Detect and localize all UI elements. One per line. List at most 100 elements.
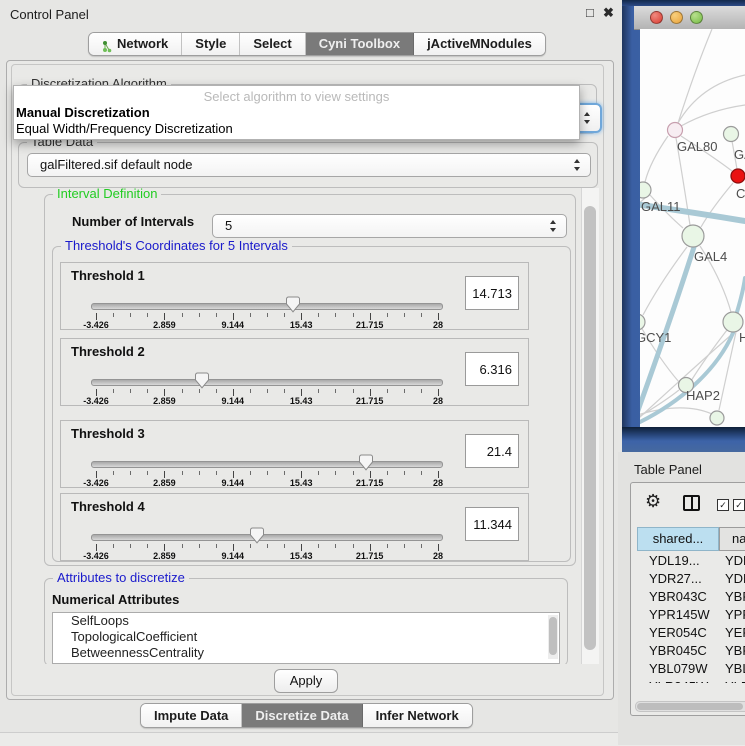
cell-name[interactable]: YPR145W <box>719 607 745 625</box>
table-panel-title: Table Panel <box>634 462 702 477</box>
slider-thumb[interactable] <box>358 454 374 471</box>
table-row[interactable]: YPR145WYPR145W <box>637 607 745 625</box>
table-hscrollbar[interactable] <box>635 701 745 712</box>
cell-shared-name[interactable]: YDL19... <box>637 553 719 571</box>
network-window-titlebar[interactable] <box>634 6 745 30</box>
node-gcy1[interactable] <box>640 314 645 330</box>
checkbox-icon[interactable]: ✓ <box>733 499 745 511</box>
cell-shared-name[interactable]: YBR043C <box>637 589 719 607</box>
top-tabbar: Network Style Select Cyni Toolbox jActiv… <box>88 32 546 56</box>
cell-shared-name[interactable]: YPR145W <box>637 607 719 625</box>
float-window-icon[interactable]: □ <box>586 5 594 20</box>
combo-spinner-icon <box>584 112 591 124</box>
close-icon[interactable]: ✖ <box>603 5 614 21</box>
table-row[interactable]: YDL19...YDL19... <box>637 553 745 571</box>
checkbox-icon[interactable]: ✓ <box>717 499 729 511</box>
tick-label: 2.859 <box>153 551 176 561</box>
node-top-right[interactable] <box>724 127 739 142</box>
node-h-partial[interactable] <box>723 312 743 332</box>
tab-select[interactable]: Select <box>240 33 305 55</box>
cell-name[interactable]: YBR045C <box>719 643 745 661</box>
table-data-group: Table Data galFiltered.sif default node <box>18 142 598 188</box>
cell-name[interactable]: YDL19... <box>719 553 745 571</box>
table-row[interactable]: YBR043CYBR043C <box>637 589 745 607</box>
network-canvas[interactable]: GAL80 GA C GAL11 GAL4 GCY1 H HAP2 <box>640 29 745 427</box>
slider-thumb[interactable] <box>285 296 301 313</box>
apply-button[interactable]: Apply <box>274 669 338 693</box>
node-gal4[interactable] <box>682 225 704 247</box>
list-scrollbar[interactable] <box>548 615 558 659</box>
table-row[interactable]: YBL079WYBL079W <box>637 661 745 679</box>
close-traffic-light-icon[interactable] <box>650 11 663 24</box>
tick-label: 21.715 <box>356 478 384 488</box>
tab-cyni-toolbox[interactable]: Cyni Toolbox <box>306 33 414 55</box>
node-label-gcy1: GCY1 <box>640 330 671 345</box>
gear-icon[interactable]: ⚙ <box>645 491 661 512</box>
node-table: ⚙ ✓ ✓ shared... na YDL19...YDL19...YDR27… <box>630 482 745 716</box>
threshold-value-field[interactable]: 14.713 <box>465 276 519 310</box>
node-label-gal4: GAL4 <box>694 249 727 264</box>
cell-name[interactable]: YBL079W <box>719 661 745 679</box>
tab-style[interactable]: Style <box>182 33 240 55</box>
table-row[interactable]: YLR345WYLR345W <box>637 679 745 683</box>
tab-network[interactable]: Network <box>89 33 182 55</box>
zoom-traffic-light-icon[interactable] <box>690 11 703 24</box>
group-title: Threshold's Coordinates for 5 Intervals <box>61 238 292 253</box>
cell-name[interactable]: YER054C <box>719 625 745 643</box>
table-body: YDL19...YDL19...YDR27...YDR27...YBR043CY… <box>637 553 745 683</box>
dropdown-option-equal-width[interactable]: Equal Width/Frequency Discretization <box>14 121 579 137</box>
tab-impute-data[interactable]: Impute Data <box>141 704 242 727</box>
numerical-attributes-list: SelfLoopsTopologicalCoefficientBetweenne… <box>52 612 560 664</box>
table-data-combobox[interactable]: galFiltered.sif default node <box>27 153 591 177</box>
node-label-gal80: GAL80 <box>677 139 717 154</box>
table-row[interactable]: YDR27...YDR27... <box>637 571 745 589</box>
node-bottom-partial[interactable] <box>710 411 724 425</box>
tick-label: -3.426 <box>83 551 109 561</box>
node-label-gal11: GAL11 <box>641 199 681 214</box>
attribute-list-item[interactable]: TopologicalCoefficient <box>53 629 559 645</box>
node-selected-red[interactable] <box>731 169 745 183</box>
panel-scrollbar[interactable] <box>581 188 599 664</box>
table-row[interactable]: YBR045CYBR045C <box>637 643 745 661</box>
tab-jactivemnodules[interactable]: jActiveMNodules <box>414 33 545 55</box>
cell-name[interactable]: YDR27... <box>719 571 745 589</box>
tab-infer-network[interactable]: Infer Network <box>363 704 472 727</box>
attribute-list-item[interactable]: SelfLoops <box>53 613 559 629</box>
tick-label: 9.144 <box>222 320 245 330</box>
cell-shared-name[interactable]: YDR27... <box>637 571 719 589</box>
cell-shared-name[interactable]: YER054C <box>637 625 719 643</box>
node-gal11[interactable] <box>640 182 651 198</box>
algorithm-dropdown-popup: Select algorithm to view settings Manual… <box>13 85 580 140</box>
threshold-row: Threshold 3-3.4262.8599.14415.4321.71528… <box>60 420 529 488</box>
column-header-shared-name[interactable]: shared... <box>637 527 719 551</box>
columns-icon[interactable] <box>683 495 700 511</box>
threshold-value-field[interactable]: 11.344 <box>465 507 519 541</box>
cell-name[interactable]: YBR043C <box>719 589 745 607</box>
tick-label: -3.426 <box>83 396 109 406</box>
num-intervals-combobox[interactable]: 5 <box>212 214 567 238</box>
cell-name[interactable]: YLR345W <box>719 679 745 683</box>
combo-spinner-icon <box>574 159 581 171</box>
slider-thumb[interactable] <box>249 527 265 544</box>
control-panel: Control Panel □ ✖ Network Style Select C… <box>0 0 622 745</box>
node-gal80[interactable] <box>668 123 683 138</box>
tick-label: -3.426 <box>83 320 109 330</box>
table-row[interactable]: YER054CYER054C <box>637 625 745 643</box>
dropdown-option-manual[interactable]: Manual Discretization <box>14 105 579 121</box>
group-title: Interval Definition <box>53 188 161 201</box>
threshold-value-field[interactable]: 6.316 <box>465 352 519 386</box>
minimize-traffic-light-icon[interactable] <box>670 11 683 24</box>
cell-shared-name[interactable]: YLR345W <box>637 679 719 683</box>
dropdown-placeholder: Select algorithm to view settings <box>14 86 579 105</box>
slider-thumb[interactable] <box>194 372 210 389</box>
numerical-attributes-label: Numerical Attributes <box>52 592 179 607</box>
threshold-value-field[interactable]: 21.4 <box>465 434 519 468</box>
tick-label: 2.859 <box>153 478 176 488</box>
bottom-tabbar: Impute Data Discretize Data Infer Networ… <box>140 703 473 728</box>
column-header-name[interactable]: na <box>719 527 745 551</box>
tick-label: 15.43 <box>290 478 313 488</box>
cell-shared-name[interactable]: YBR045C <box>637 643 719 661</box>
cell-shared-name[interactable]: YBL079W <box>637 661 719 679</box>
attribute-list-item[interactable]: BetweennessCentrality <box>53 645 559 661</box>
tab-discretize-data[interactable]: Discretize Data <box>242 704 362 727</box>
